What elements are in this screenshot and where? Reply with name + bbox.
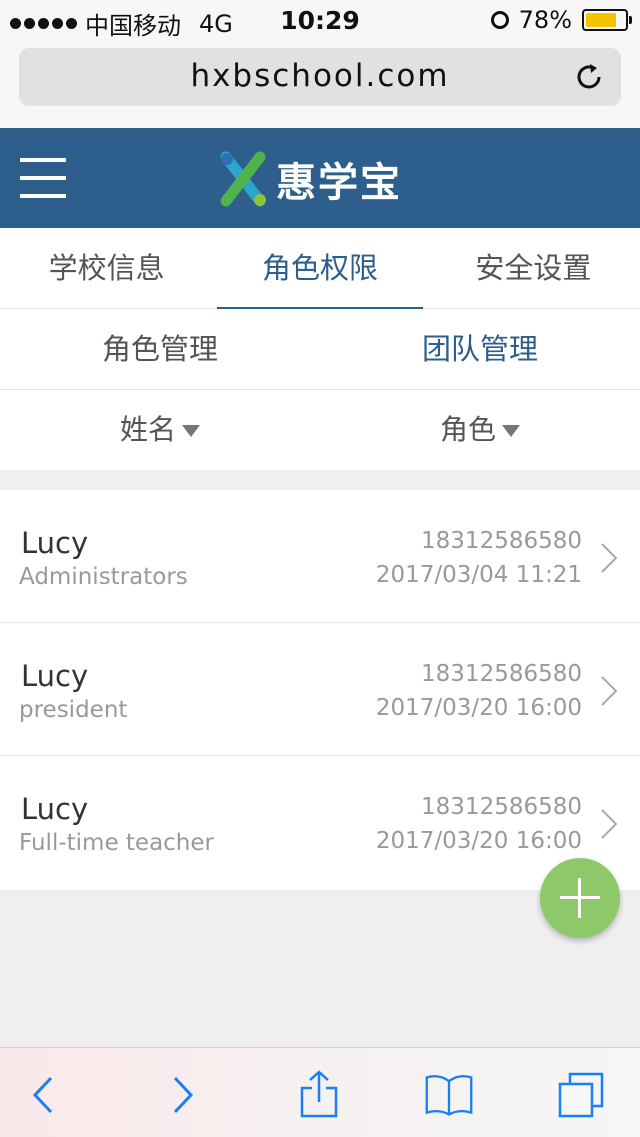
app-logo: 惠学宝	[220, 150, 402, 208]
filter-name-dropdown[interactable]: 姓名	[0, 390, 320, 470]
logo-text: 惠学宝	[276, 160, 402, 206]
battery-icon	[582, 9, 632, 31]
main-tabs: 学校信息 角色权限 安全设置	[0, 228, 640, 309]
member-date: 2017/03/20 16:00	[375, 695, 582, 721]
reload-icon[interactable]	[575, 62, 605, 92]
sub-tabs: 角色管理 团队管理	[0, 309, 640, 390]
logo-mark-icon	[220, 151, 266, 207]
subtab-role-management[interactable]: 角色管理	[0, 309, 320, 389]
battery-fill	[586, 13, 616, 27]
browser-address-area: hxbschool.com	[0, 40, 640, 128]
bookmarks-icon[interactable]	[424, 1070, 474, 1120]
member-phone: 18312586580	[421, 794, 582, 820]
back-arrow-icon[interactable]	[18, 1070, 68, 1120]
tab-role-permissions[interactable]: 角色权限	[213, 228, 426, 309]
list-item[interactable]: Lucy Administrators 18312586580 2017/03/…	[0, 490, 640, 623]
alarm-icon	[490, 11, 509, 29]
tab-security-settings[interactable]: 安全设置	[427, 228, 640, 308]
subtab-team-management[interactable]: 团队管理	[320, 309, 640, 389]
filter-bar: 姓名 角色	[0, 390, 640, 470]
address-bar[interactable]: hxbschool.com	[19, 48, 621, 106]
member-role: Full-time teacher	[19, 830, 214, 856]
list-item[interactable]: Lucy president 18312586580 2017/03/20 16…	[0, 623, 640, 756]
caret-down-icon	[502, 425, 520, 437]
caret-down-icon	[182, 425, 200, 437]
member-list: Lucy Administrators 18312586580 2017/03/…	[0, 490, 640, 890]
list-item[interactable]: Lucy Full-time teacher 18312586580 2017/…	[0, 756, 640, 890]
filter-role-label: 角色	[439, 413, 496, 446]
tabs-icon[interactable]	[556, 1070, 606, 1120]
filter-name-label: 姓名	[119, 413, 176, 446]
member-name: Lucy	[21, 792, 89, 826]
member-phone: 18312586580	[421, 661, 582, 687]
chevron-right-icon	[601, 676, 618, 706]
url-text[interactable]: hxbschool.com	[19, 58, 621, 94]
battery-percent: 78%	[518, 6, 572, 34]
member-name: Lucy	[21, 526, 89, 560]
member-phone: 18312586580	[421, 528, 582, 554]
app-header: 惠学宝	[0, 128, 640, 228]
chevron-right-icon	[601, 543, 618, 573]
hamburger-menu-icon[interactable]	[20, 158, 66, 198]
browser-toolbar	[0, 1047, 640, 1137]
status-bar: 中国移动 4G 10:29 78%	[0, 0, 640, 40]
member-name: Lucy	[21, 659, 89, 693]
member-date: 2017/03/20 16:00	[375, 828, 582, 854]
forward-arrow-icon[interactable]	[158, 1070, 208, 1120]
member-date: 2017/03/04 11:21	[375, 562, 582, 588]
add-member-button[interactable]	[540, 858, 620, 938]
tab-school-info[interactable]: 学校信息	[0, 228, 213, 308]
filter-role-dropdown[interactable]: 角色	[320, 390, 640, 470]
member-role: president	[19, 697, 128, 723]
chevron-right-icon	[601, 809, 618, 839]
member-role: Administrators	[19, 564, 188, 590]
share-icon[interactable]	[294, 1070, 344, 1120]
